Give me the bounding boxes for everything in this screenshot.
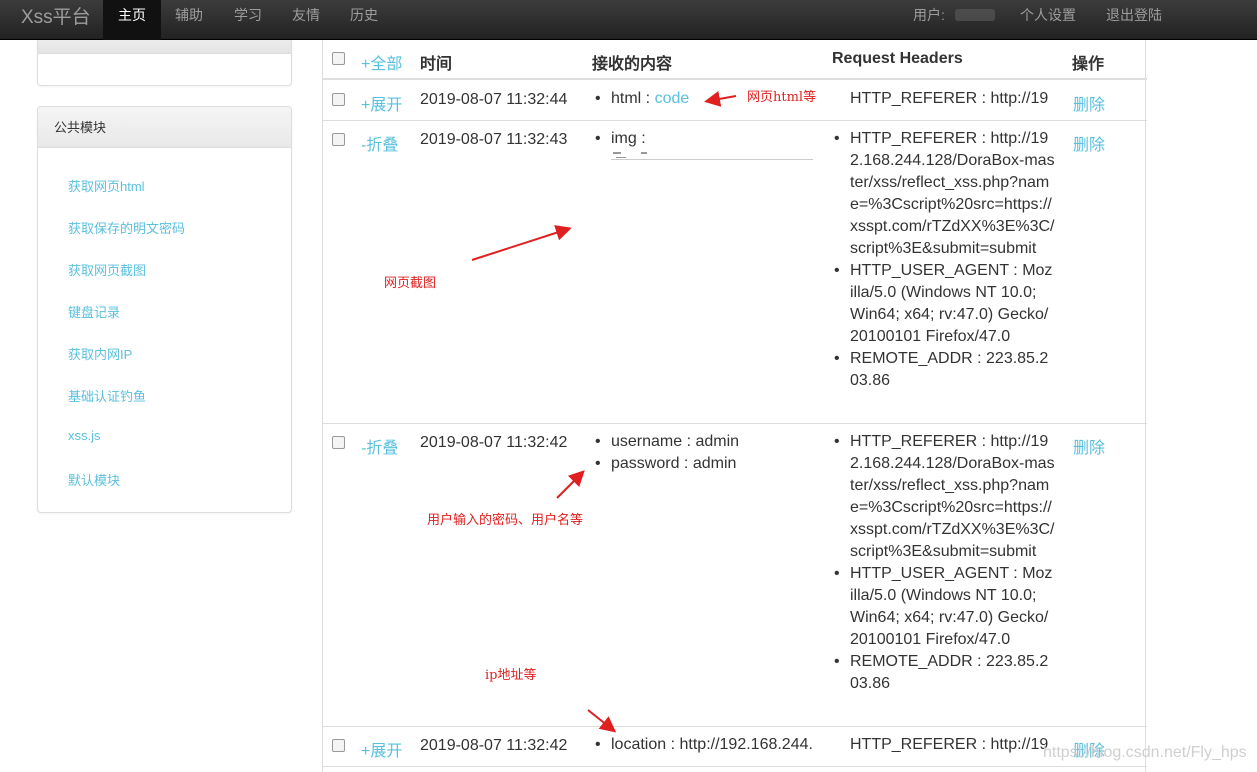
nav-friends[interactable]: 友情 xyxy=(292,0,320,40)
content-item: html : code xyxy=(595,88,690,110)
sidebar-item-get-html[interactable]: 获取网页html xyxy=(68,176,145,195)
header-request-headers: Request Headers xyxy=(832,50,963,67)
nav-learn[interactable]: 学习 xyxy=(234,0,262,40)
sidebar-panel-public-modules: 公共模块 获取网页html 获取保存的明文密码 获取网页截图 键盘记录 获取内网… xyxy=(37,106,292,513)
row-time: 2019-08-07 11:32:44 xyxy=(420,91,568,108)
delete-button[interactable]: 删除 xyxy=(1073,434,1105,458)
sidebar-item-xss-js[interactable]: xss.js xyxy=(68,428,101,443)
delete-button[interactable]: 删除 xyxy=(1073,131,1105,155)
sidebar-item-basic-auth-phishing[interactable]: 基础认证钓鱼 xyxy=(68,386,146,405)
row-checkbox[interactable] xyxy=(332,93,345,106)
content-item: username : admin xyxy=(595,431,739,453)
header-time: 时间 xyxy=(420,56,453,73)
row-checkbox[interactable] xyxy=(332,133,345,146)
nav-logout[interactable]: 退出登陆 xyxy=(1106,0,1162,40)
header-action: 操作 xyxy=(1072,56,1105,73)
request-headers-list: HTTP_REFERER : http://192.168.244.128/Do… xyxy=(834,128,1055,392)
panel-top-header xyxy=(38,40,291,54)
sidebar-item-screenshot[interactable]: 获取网页截图 xyxy=(68,260,146,279)
annotation-screenshot: 网页截图 xyxy=(384,276,437,291)
row-checkbox[interactable] xyxy=(332,739,345,752)
nav-helper[interactable]: 辅助 xyxy=(175,0,203,40)
header-content: 接收的内容 xyxy=(592,56,673,73)
row-divider xyxy=(323,423,1147,424)
results-table: +全部 时间 接收的内容 Request Headers 操作 +展开 2019… xyxy=(322,40,1147,772)
row-divider xyxy=(323,766,1147,767)
row-expand-toggle[interactable]: +展开 xyxy=(361,737,402,761)
row-time: 2019-08-07 11:32:43 xyxy=(420,131,568,148)
nav-home[interactable]: 主页 xyxy=(103,0,161,40)
content-item: password : admin xyxy=(595,453,736,475)
row-divider xyxy=(323,726,1147,727)
sidebar-item-keylogger[interactable]: 键盘记录 xyxy=(68,302,120,321)
watermark: https://blog.csdn.net/Fly_hps xyxy=(1043,744,1247,761)
annotation-ip: ip地址等 xyxy=(485,668,537,683)
row-expand-toggle[interactable]: +展开 xyxy=(361,91,402,115)
select-all-checkbox[interactable] xyxy=(332,52,345,65)
sidebar-item-intranet-ip[interactable]: 获取内网IP xyxy=(68,344,132,363)
header-item: REMOTE_ADDR : 223.85.203.86 xyxy=(834,348,1055,392)
row-time: 2019-08-07 11:32:42 xyxy=(420,434,568,451)
brand-logo[interactable]: Xss平台 xyxy=(21,5,91,31)
header-item: HTTP_REFERER : http://192.168.244.128/Do… xyxy=(834,431,1055,563)
row-collapse-toggle[interactable]: -折叠 xyxy=(361,434,398,458)
request-headers-list: HTTP_REFERER : http://192.168.244.128/Do… xyxy=(834,431,1055,695)
header-item: REMOTE_ADDR : 223.85.203.86 xyxy=(834,651,1055,695)
user-label: 用户: xyxy=(913,7,945,23)
row-divider xyxy=(323,120,1147,121)
header-item: HTTP_USER_AGENT : Mozilla/5.0 (Windows N… xyxy=(834,563,1055,651)
sidebar-item-default-module[interactable]: 默认模块 xyxy=(68,470,120,489)
sidebar-item-saved-passwords[interactable]: 获取保存的明文密码 xyxy=(68,218,185,237)
content-item: location : http://192.168.244. xyxy=(595,734,813,756)
annotation-credentials: 用户输入的密码、用户名等 xyxy=(427,513,584,528)
row-time: 2019-08-07 11:32:42 xyxy=(420,737,568,754)
screenshot-thumbnail[interactable] xyxy=(611,152,813,160)
select-all-toggle[interactable]: +全部 xyxy=(361,50,402,74)
nav-history[interactable]: 历史 xyxy=(350,0,378,40)
header-item: HTTP_USER_AGENT : Mozilla/5.0 (Windows N… xyxy=(834,260,1055,348)
username-redacted xyxy=(955,9,995,21)
top-navbar: Xss平台 主页 辅助 学习 友情 历史 用户: 个人设置 退出登陆 xyxy=(0,0,1257,40)
sidebar-panel-top xyxy=(37,40,292,86)
header-item: HTTP_REFERER : http://192.168.244.128/Do… xyxy=(834,128,1055,260)
header-item: HTTP_REFERER : http://19 xyxy=(850,734,1055,756)
panel-title: 公共模块 xyxy=(38,107,291,148)
header-item: HTTP_REFERER : http://19 xyxy=(850,88,1055,110)
delete-button[interactable]: 删除 xyxy=(1073,91,1105,115)
row-checkbox[interactable] xyxy=(332,436,345,449)
code-link[interactable]: code xyxy=(655,90,690,107)
row-collapse-toggle[interactable]: -折叠 xyxy=(361,131,398,155)
content-item: img : xyxy=(595,128,646,150)
header-divider xyxy=(323,78,1147,80)
annotation-html: 网页html等 xyxy=(747,90,817,105)
nav-settings[interactable]: 个人设置 xyxy=(1020,0,1076,40)
